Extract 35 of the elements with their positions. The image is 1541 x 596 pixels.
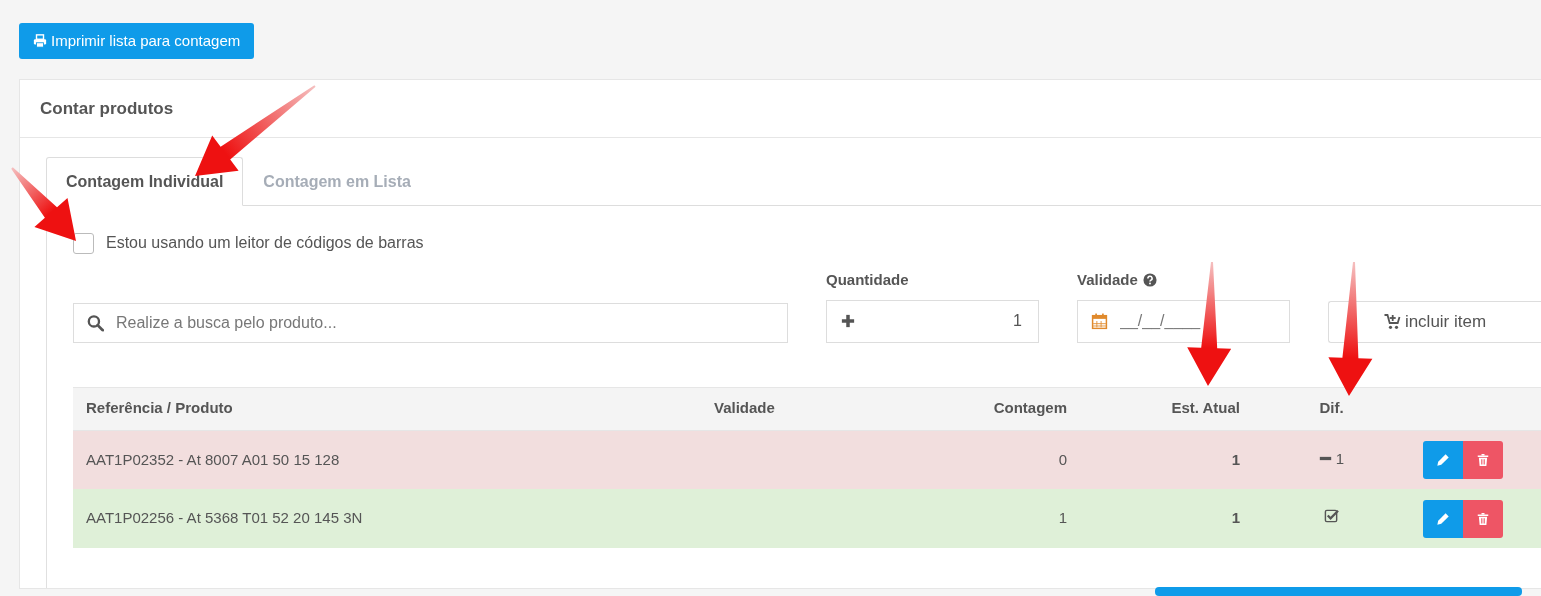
add-item-button[interactable]: incluir item <box>1328 300 1541 343</box>
table-cell: 1 <box>1080 489 1253 548</box>
search-field[interactable]: Realize a busca pelo produto... <box>73 302 788 343</box>
plus-icon <box>841 314 855 328</box>
table-cell: AAT1P02256 - At 5368 T01 52 20 145 3N <box>73 489 701 548</box>
field-label: Quantidade <box>826 270 910 290</box>
help-icon <box>1142 273 1157 288</box>
quantity-field[interactable]: 1 <box>826 299 1039 343</box>
table-cell: 1 <box>880 489 1080 548</box>
column-header: Referência / Produto <box>73 387 701 430</box>
delete-button[interactable] <box>1463 499 1503 538</box>
field-label: Validade <box>1077 270 1138 290</box>
date-field[interactable]: __/__/____ <box>1077 299 1290 343</box>
printer-icon <box>33 34 47 48</box>
checkbox-label: Estou usando um leitor de códigos de barras <box>106 233 424 253</box>
column-header: Validade <box>701 387 880 430</box>
table-cell: 1 <box>1080 430 1253 489</box>
edit-button[interactable] <box>1423 499 1463 538</box>
table-cell: 0 <box>880 430 1080 489</box>
cart-plus-icon <box>1383 313 1401 330</box>
pencil-icon <box>1436 452 1450 467</box>
table-cell: AAT1P02352 - At 8007 A01 50 15 128 <box>73 430 701 489</box>
trash-icon <box>1477 511 1489 526</box>
tab[interactable]: Contagem Individual <box>46 157 244 206</box>
diff-value: 1 <box>1335 448 1345 469</box>
delete-button[interactable] <box>1463 440 1503 479</box>
calendar-icon <box>1091 312 1108 330</box>
checked-box-icon <box>1324 508 1339 524</box>
column-header: Est. Atual <box>1080 387 1253 430</box>
column-header: Contagem <box>880 387 1080 430</box>
edit-button[interactable] <box>1423 440 1463 479</box>
column-header: Dif. <box>1253 387 1410 430</box>
pencil-icon <box>1436 511 1450 526</box>
search-icon <box>87 314 104 331</box>
trash-icon <box>1477 452 1489 467</box>
